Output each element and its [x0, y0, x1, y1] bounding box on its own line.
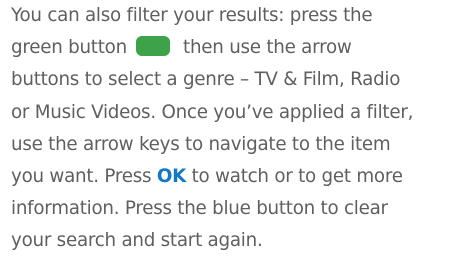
green-button-icon: [136, 36, 171, 57]
line-7: information. Press the blue button to cl…: [11, 198, 388, 220]
line-6-text-a: you want. Press: [11, 166, 152, 188]
line-1: You can also filter your results: press …: [11, 5, 373, 26]
line-2: green button then use the arrow: [11, 32, 463, 64]
line-6-text-b: to watch or to get more: [191, 166, 403, 188]
line-8: your search and start again.: [11, 230, 263, 252]
ok-key-label: OK: [156, 166, 187, 188]
line-4: or Music Videos. Once you’ve applied a f…: [11, 101, 414, 123]
instructions-paragraph: You can also filter your results: press …: [11, 0, 463, 258]
line-3: buttons to select a genre – TV & Film, R…: [11, 69, 401, 91]
line-2-text-b: then use the arrow: [183, 37, 352, 59]
line-6: you want. Press OK to watch or to get mo…: [11, 161, 463, 193]
line-5: use the arrow keys to navigate to the it…: [11, 133, 391, 155]
line-2-text-a: green button: [11, 37, 127, 59]
